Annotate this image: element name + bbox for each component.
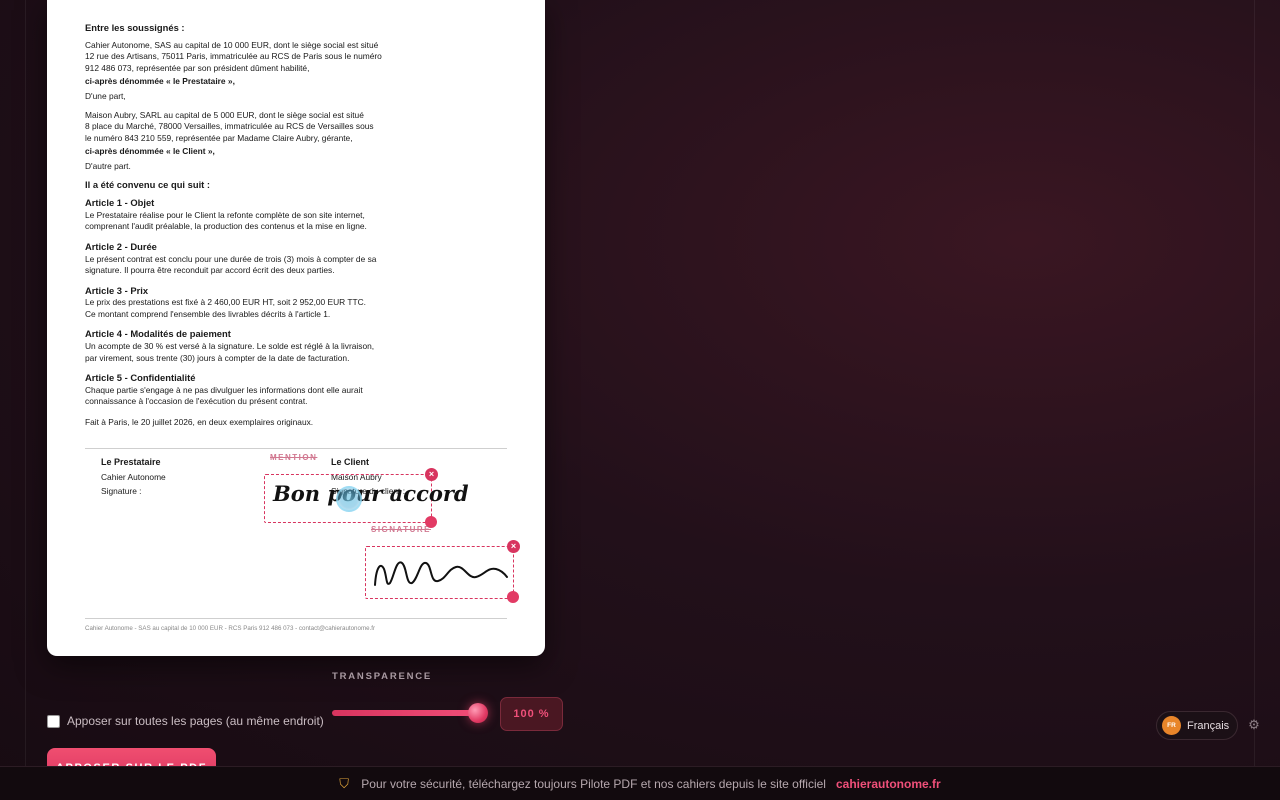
language-flag-icon: FR	[1162, 716, 1181, 735]
security-message: Pour votre sécurité, téléchargez toujour…	[361, 776, 826, 791]
party2-line: le numéro 843 210 559, représentée par M…	[85, 132, 353, 143]
close-icon[interactable]: ×	[507, 540, 520, 553]
close-icon[interactable]: ×	[425, 468, 438, 481]
intro-heading: Entre les soussignés :	[85, 22, 185, 33]
party1-line: Cahier Autonome, SAS au capital de 10 00…	[85, 39, 379, 50]
all-pages-option[interactable]: Apposer sur toutes les pages (au même en…	[47, 714, 324, 728]
left-divider	[25, 0, 26, 766]
all-pages-label: Apposer sur toutes les pages (au même en…	[67, 714, 324, 728]
all-pages-checkbox[interactable]	[47, 714, 60, 728]
closing-line: Fait à Paris, le 20 juillet 2026, en deu…	[85, 417, 314, 428]
sig-left-title: Le Prestataire	[101, 457, 161, 467]
party1-line: 12 rue des Artisans, 75011 Paris, immatr…	[85, 51, 382, 62]
shield-icon: ⛉	[339, 775, 350, 791]
article-title: Article 4 - Modalités de paiement	[85, 328, 231, 340]
right-divider	[1254, 0, 1255, 766]
article-line: signature. Il pourra être reconduit par …	[85, 265, 335, 276]
sig-left-label: Signature :	[101, 486, 142, 496]
sig-right-title: Le Client	[331, 457, 370, 467]
party2-alias: ci-après dénommée « le Client »,	[85, 146, 215, 157]
party2-line: Maison Aubry, SARL au capital de 5 000 E…	[85, 109, 364, 120]
article-line: comprenant l'audit préalable, la product…	[85, 221, 367, 232]
transparency-slider-thumb[interactable]	[468, 703, 488, 723]
party2-line: 8 place du Marché, 78000 Versailles, imm…	[85, 121, 374, 132]
party1-line: 912 486 073, représentée par son préside…	[85, 62, 310, 73]
article-title: Article 1 - Objet	[85, 197, 155, 209]
security-banner: ⛉ Pour votre sécurité, téléchargez toujo…	[0, 766, 1280, 800]
footer-divider	[85, 618, 507, 619]
article-line: connaissance à l'occasion de l'exécution…	[85, 396, 308, 407]
article-line: Ce montant comprend l'ensemble des livra…	[85, 308, 331, 319]
mention-overlay-label: MENTION	[270, 453, 318, 462]
language-name: Français	[1187, 719, 1230, 732]
article-line: Le présent contrat est conclu pour une d…	[85, 253, 377, 264]
pdf-footer: Cahier Autonome - SAS au capital de 10 0…	[85, 625, 376, 632]
party1-end: D'une part,	[85, 90, 126, 101]
article-title: Article 3 - Prix	[85, 284, 149, 296]
sig-left-name: Cahier Autonome	[101, 471, 166, 482]
signature-divider	[85, 448, 507, 449]
party1-alias: ci-après dénommée « le Prestataire »,	[85, 76, 235, 87]
signature-resize-handle[interactable]	[507, 591, 519, 603]
article-title: Article 5 - Confidentialité	[85, 372, 196, 384]
article-line: par virement, sous trente (30) jours à c…	[85, 352, 350, 363]
article-line: Le prix des prestations est fixé à 2 460…	[85, 297, 367, 308]
agreed-heading: Il a été convenu ce qui suit :	[85, 178, 211, 190]
article-line: Chaque partie s'engage à ne pas divulgue…	[85, 384, 363, 395]
signature-overlay[interactable]	[365, 546, 514, 599]
signature-overlay-label: SIGNATURE	[371, 525, 432, 534]
official-site-link[interactable]: cahierautonome.fr	[836, 777, 941, 791]
language-selector[interactable]: FR Français	[1156, 711, 1238, 740]
transparency-value[interactable]: 100 %	[500, 697, 563, 731]
party2-end: D'autre part.	[85, 160, 131, 171]
transparency-slider-track[interactable]	[332, 710, 478, 716]
article-title: Article 2 - Durée	[85, 240, 157, 252]
contract-body: Entre les soussignés : Cahier Autonome, …	[85, 22, 507, 429]
transparency-label: TRANSPARENCE	[332, 671, 433, 682]
article-line: Un acompte de 30 % est versé à la signat…	[85, 341, 375, 352]
mention-text: Bon pour accord	[273, 481, 469, 506]
signature-drawing	[374, 561, 508, 586]
sig-block-prestataire: Le Prestataire Cahier Autonome Signature…	[101, 455, 166, 499]
article-line: Le Prestataire réalise pour le Client la…	[85, 209, 365, 220]
gear-icon[interactable]: ⚙	[1247, 718, 1261, 732]
pointer-cursor	[336, 486, 362, 512]
